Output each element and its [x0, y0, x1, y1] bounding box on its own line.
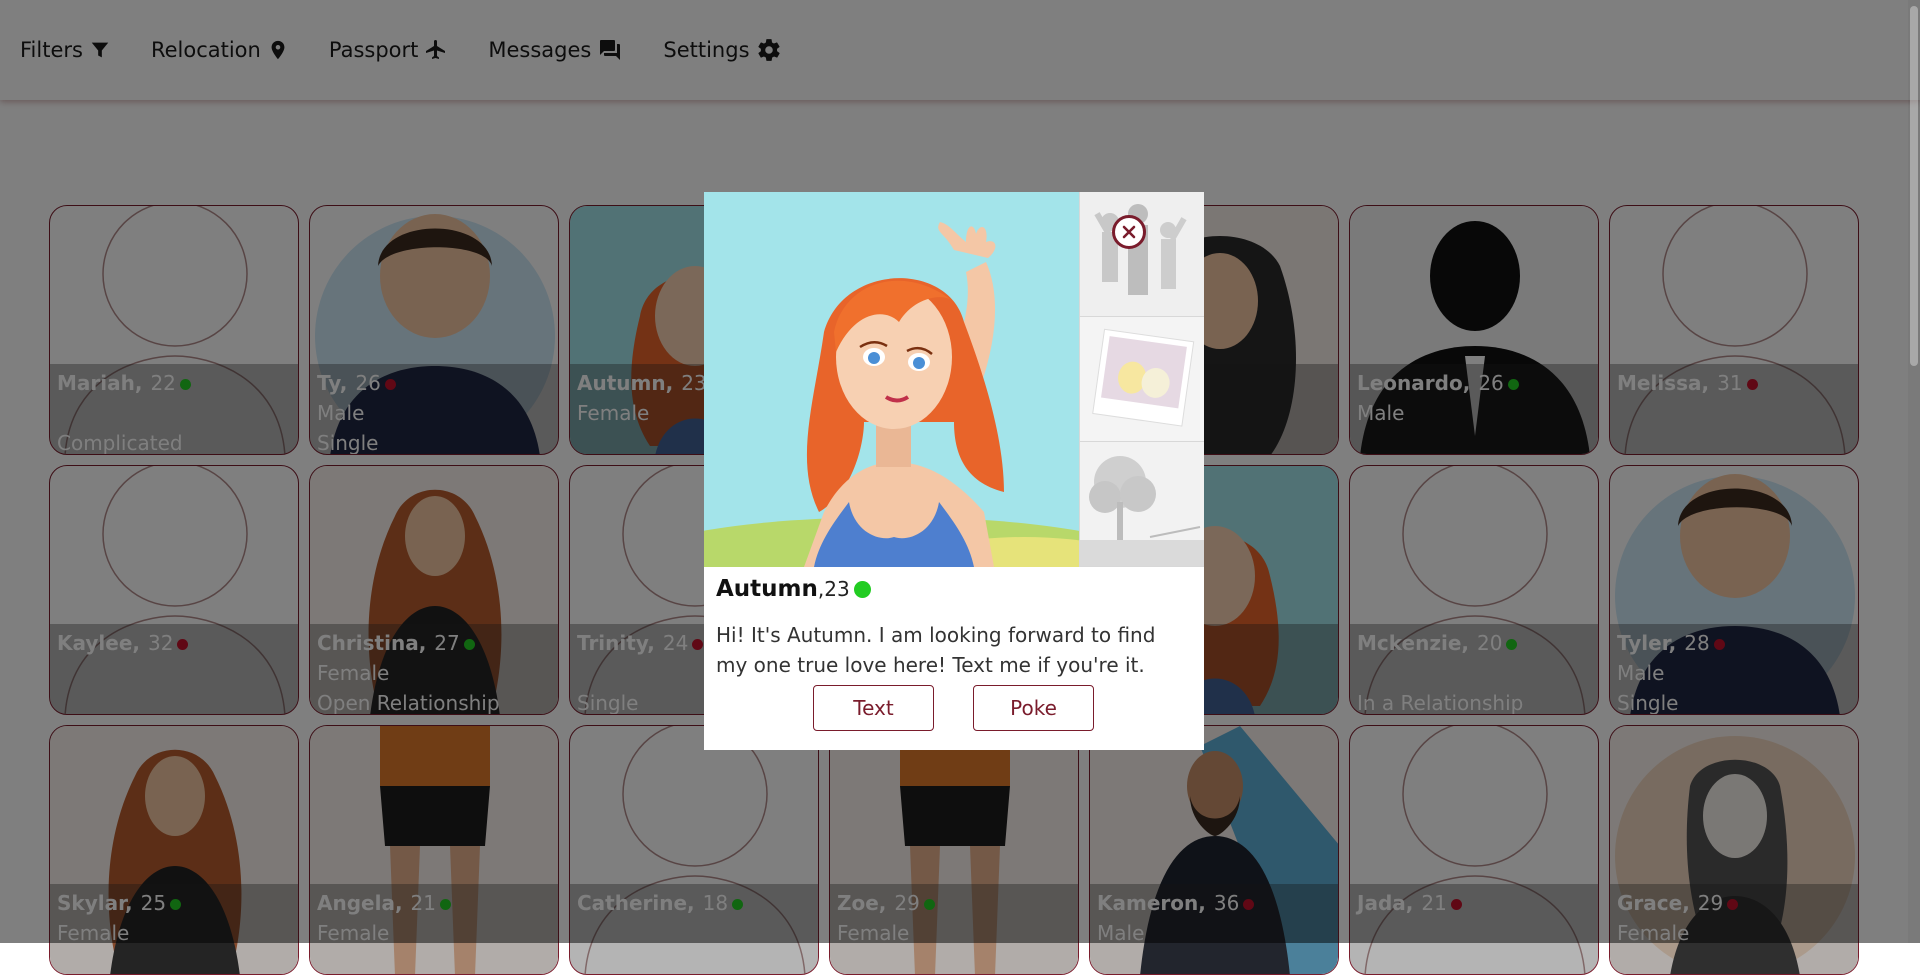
modal-profile-name: Autumn: [716, 576, 818, 602]
profile-card-relationship: [577, 948, 811, 974]
group-silhouette-image: [1080, 192, 1204, 316]
profile-card-relationship: [57, 948, 291, 974]
modal-profile-age: 23: [824, 577, 850, 601]
profile-card-relationship: [317, 948, 551, 974]
page-scrollbar[interactable]: [1908, 0, 1920, 943]
modal-profile-header: Autumn , 23: [716, 576, 871, 602]
text-button[interactable]: Text: [813, 685, 934, 731]
profile-card-relationship: [1617, 948, 1851, 974]
online-status-indicator: [853, 580, 871, 598]
scrollbar-thumb[interactable]: [1910, 6, 1918, 366]
redhead-avatar-illustration: [704, 192, 1079, 567]
modal-profile-bio: Hi! It's Autumn. I am looking forward to…: [716, 623, 1156, 677]
polaroid-image: [1080, 317, 1204, 441]
poke-button[interactable]: Poke: [973, 685, 1094, 731]
thumbnail-group-photo[interactable]: [1079, 192, 1204, 317]
profile-modal: Autumn , 23 Hi! It's Autumn. I am lookin…: [704, 192, 1204, 750]
main-profile-photo[interactable]: [704, 192, 1079, 567]
profile-card-relationship: [837, 948, 1071, 974]
tree-landscape-image: [1080, 442, 1204, 566]
profile-card-relationship: [1357, 948, 1591, 974]
profile-card-relationship: [1097, 948, 1331, 974]
close-icon: [1122, 225, 1136, 239]
thumbnail-polaroid-photo[interactable]: [1079, 317, 1204, 442]
thumbnail-tree-photo[interactable]: [1079, 442, 1204, 567]
close-modal-button[interactable]: [1112, 215, 1146, 249]
